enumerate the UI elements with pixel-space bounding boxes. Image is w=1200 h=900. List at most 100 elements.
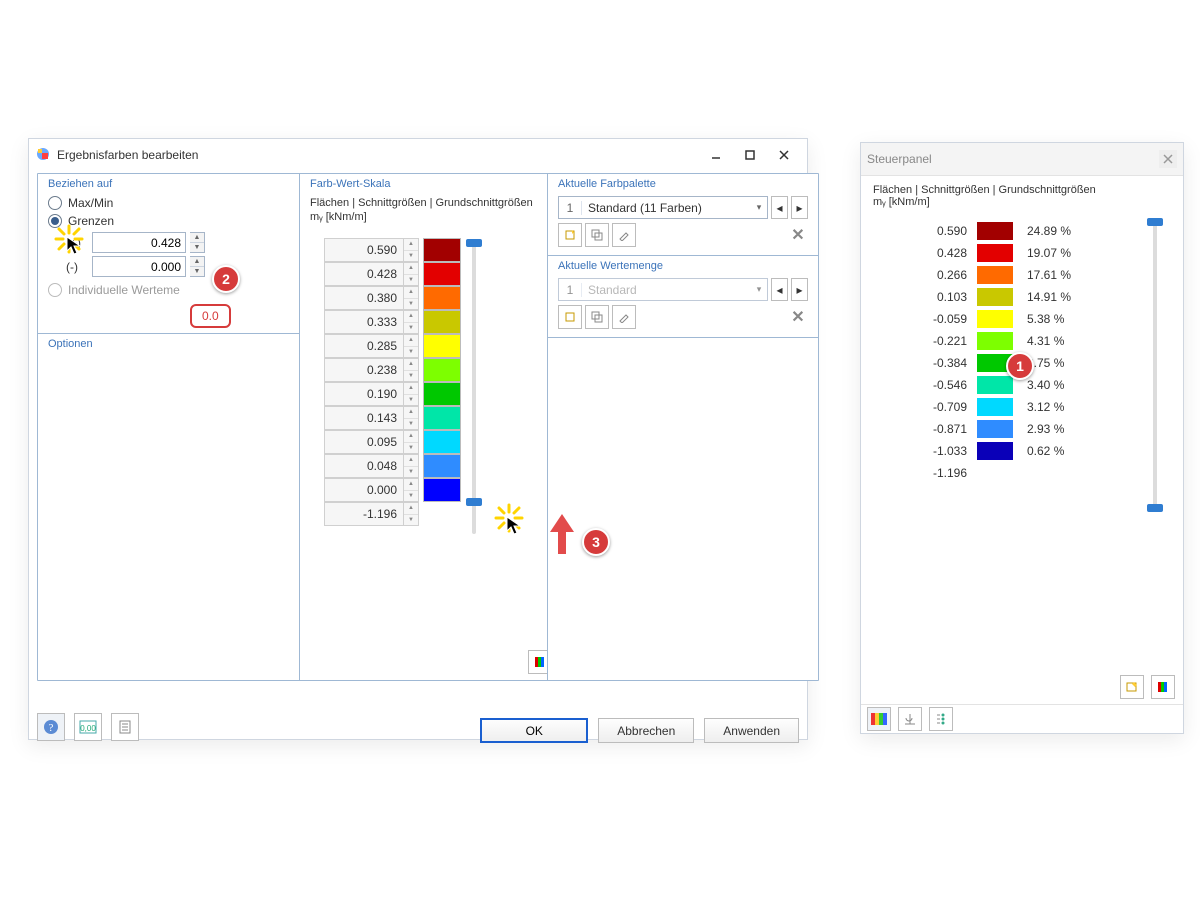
panel-gradient-tool[interactable] bbox=[1151, 675, 1175, 699]
radio-limits[interactable]: Grenzen bbox=[48, 214, 298, 228]
scale-row[interactable]: 0.380▲▼ bbox=[324, 287, 548, 310]
scale-spinner[interactable]: ▲▼ bbox=[404, 358, 419, 382]
scale-spinner[interactable]: ▲▼ bbox=[404, 334, 419, 358]
limit-neg-spinner[interactable]: ▲▼ bbox=[190, 256, 205, 277]
valueset-dup[interactable] bbox=[585, 305, 609, 329]
scale-row[interactable]: 0.190▲▼ bbox=[324, 383, 548, 406]
scale-spinner[interactable]: ▲▼ bbox=[404, 310, 419, 334]
scale-spinner[interactable]: ▲▼ bbox=[404, 382, 419, 406]
scale-value[interactable]: 0.095 bbox=[324, 430, 404, 454]
scale-row[interactable]: 0.048▲▼ bbox=[324, 455, 548, 478]
palette-prev[interactable]: ◂ bbox=[771, 196, 788, 219]
panel-value: 0.428 bbox=[897, 246, 977, 260]
panel-swatch bbox=[977, 420, 1013, 438]
limit-pos-spinner[interactable]: ▲▼ bbox=[190, 232, 205, 253]
limit-positive[interactable]: (+) ▲▼ bbox=[66, 232, 298, 253]
scale-row[interactable]: 0.143▲▼ bbox=[324, 407, 548, 430]
minimize-button[interactable] bbox=[699, 145, 733, 165]
scale-slider[interactable] bbox=[472, 244, 476, 534]
valueset-delete[interactable]: ✕ bbox=[788, 307, 808, 327]
scale-value[interactable]: 0.285 bbox=[324, 334, 404, 358]
ok-button[interactable]: OK bbox=[480, 718, 588, 743]
scale-swatch[interactable] bbox=[423, 454, 461, 478]
scale-swatch[interactable] bbox=[423, 310, 461, 334]
scale-row[interactable]: 0.590▲▼ bbox=[324, 239, 548, 262]
palette-dropdown[interactable]: 1 Standard (11 Farben) ▾ bbox=[558, 196, 768, 219]
valueset-dropdown[interactable]: 1 Standard ▾ bbox=[558, 278, 768, 301]
scale-row[interactable]: 0.333▲▼ bbox=[324, 311, 548, 334]
scale-spinner[interactable]: ▲▼ bbox=[404, 430, 419, 454]
panel-palette-edit[interactable] bbox=[1120, 675, 1144, 699]
limit-negative[interactable]: (-) ▲▼ bbox=[66, 256, 298, 277]
panel-slider[interactable] bbox=[1153, 223, 1157, 507]
help-button[interactable]: ? bbox=[37, 713, 65, 741]
scale-row[interactable]: 0.238▲▼ bbox=[324, 359, 548, 382]
scale-swatch[interactable] bbox=[423, 430, 461, 454]
radio-individual[interactable]: Individuelle Werteme bbox=[48, 283, 298, 297]
scale-swatch[interactable] bbox=[423, 406, 461, 430]
scale-row[interactable]: 0.285▲▼ bbox=[324, 335, 548, 358]
scale-spinner[interactable]: ▲▼ bbox=[404, 502, 419, 526]
limit-neg-input[interactable] bbox=[93, 260, 185, 274]
panel-percent: 4.31 % bbox=[1027, 334, 1064, 348]
panel-value: -0.546 bbox=[897, 378, 977, 392]
limit-pos-input[interactable] bbox=[93, 236, 185, 250]
scale-value[interactable]: 0.190 bbox=[324, 382, 404, 406]
scale-value[interactable]: 0.590 bbox=[324, 238, 404, 262]
close-button[interactable] bbox=[767, 145, 801, 165]
scale-swatch[interactable] bbox=[423, 334, 461, 358]
scale-value[interactable]: 0.000 bbox=[324, 478, 404, 502]
scale-row[interactable]: 0.000▲▼ bbox=[324, 479, 548, 502]
scale-swatch[interactable] bbox=[423, 358, 461, 382]
scale-spinner[interactable]: ▲▼ bbox=[404, 406, 419, 430]
palette-dup[interactable] bbox=[585, 223, 609, 247]
tab-balance[interactable] bbox=[898, 707, 922, 731]
scale-swatch[interactable] bbox=[423, 286, 461, 310]
scale-value[interactable]: -1.196 bbox=[324, 502, 404, 526]
dialog-title: Ergebnisfarben bearbeiten bbox=[57, 148, 198, 162]
palette-new[interactable] bbox=[558, 223, 582, 247]
cancel-button[interactable]: Abbrechen bbox=[598, 718, 694, 743]
scale-swatch[interactable] bbox=[423, 382, 461, 406]
valueset-new[interactable] bbox=[558, 305, 582, 329]
scale-row[interactable]: 0.428▲▼ bbox=[324, 263, 548, 286]
scale-spinner[interactable]: ▲▼ bbox=[404, 454, 419, 478]
valueset-next[interactable]: ▸ bbox=[791, 278, 808, 301]
decimals-button[interactable]: 0,00 bbox=[74, 713, 102, 741]
scale-slider-bottom-thumb[interactable] bbox=[466, 498, 482, 506]
palette-delete[interactable]: ✕ bbox=[788, 225, 808, 245]
scale-row[interactable]: -1.196▲▼ bbox=[324, 503, 548, 526]
tab-colors[interactable] bbox=[867, 707, 891, 731]
scale-value[interactable]: 0.380 bbox=[324, 286, 404, 310]
scale-row[interactable]: 0.095▲▼ bbox=[324, 431, 548, 454]
scale-spinner[interactable]: ▲▼ bbox=[404, 286, 419, 310]
scale-value[interactable]: 0.238 bbox=[324, 358, 404, 382]
palette-edit[interactable] bbox=[612, 223, 636, 247]
scale-spinner[interactable]: ▲▼ bbox=[404, 238, 419, 262]
radio-maxmin[interactable]: Max/Min bbox=[48, 196, 298, 210]
scale-swatch[interactable] bbox=[423, 238, 461, 262]
palette-next[interactable]: ▸ bbox=[791, 196, 808, 219]
clipboard-button[interactable] bbox=[111, 713, 139, 741]
scale-value[interactable]: 0.428 bbox=[324, 262, 404, 286]
scale-value[interactable]: 0.048 bbox=[324, 454, 404, 478]
panel-slider-bottom-thumb[interactable] bbox=[1147, 504, 1163, 512]
valueset-prev[interactable]: ◂ bbox=[771, 278, 788, 301]
scale-swatch[interactable] bbox=[423, 262, 461, 286]
scale-slider-top-thumb[interactable] bbox=[466, 239, 482, 247]
annotation-badge-1: 1 bbox=[1006, 352, 1034, 380]
panel-row: -0.3843.75 % bbox=[897, 352, 1173, 374]
scale-swatch[interactable] bbox=[423, 478, 461, 502]
control-panel-titlebar[interactable]: Steuerpanel bbox=[861, 143, 1183, 176]
panel-close-button[interactable] bbox=[1159, 150, 1177, 168]
valueset-edit[interactable] bbox=[612, 305, 636, 329]
scale-spinner[interactable]: ▲▼ bbox=[404, 262, 419, 286]
dialog-titlebar[interactable]: Ergebnisfarben bearbeiten bbox=[29, 139, 807, 171]
panel-slider-top-thumb[interactable] bbox=[1147, 218, 1163, 226]
maximize-button[interactable] bbox=[733, 145, 767, 165]
tab-tree[interactable] bbox=[929, 707, 953, 731]
scale-value[interactable]: 0.333 bbox=[324, 310, 404, 334]
scale-spinner[interactable]: ▲▼ bbox=[404, 478, 419, 502]
apply-button[interactable]: Anwenden bbox=[704, 718, 799, 743]
scale-value[interactable]: 0.143 bbox=[324, 406, 404, 430]
